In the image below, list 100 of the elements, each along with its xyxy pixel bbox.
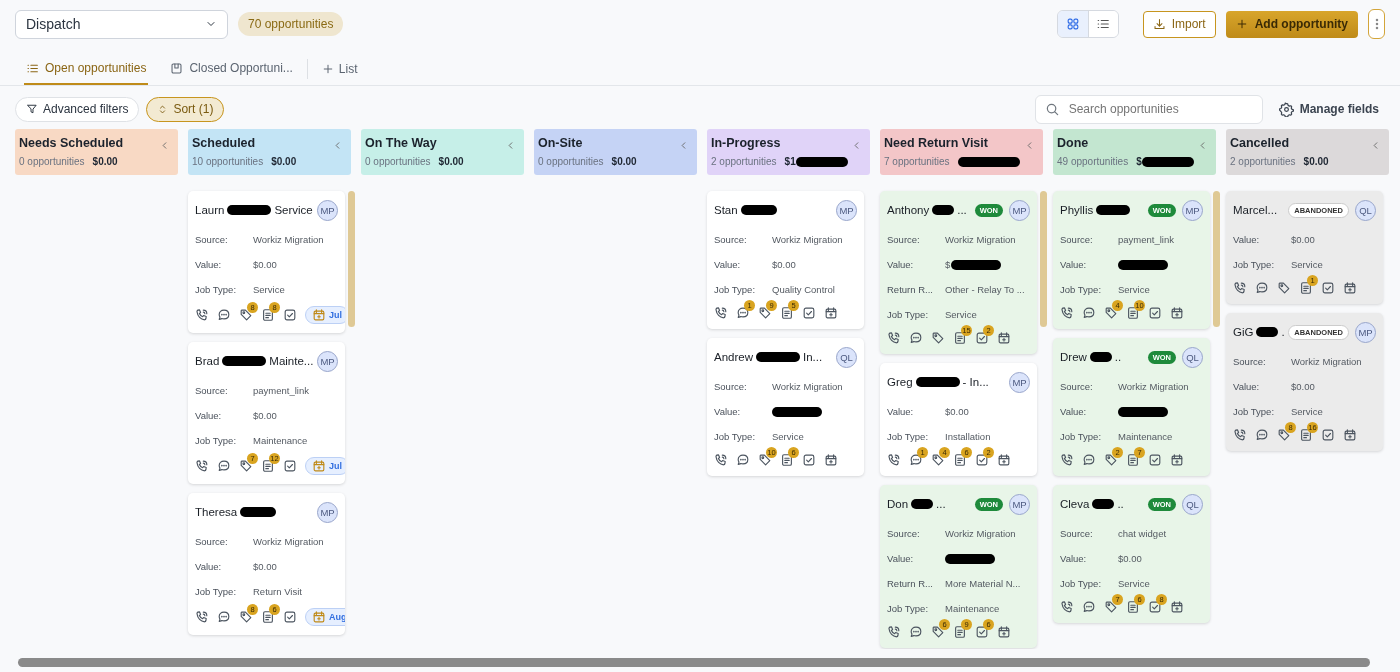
field-value: $0.00 (1291, 234, 1315, 245)
checkbox-icon (975, 331, 989, 345)
column-total: $1 (784, 156, 796, 167)
field-value: Return Visit (253, 586, 302, 597)
redaction-mark (227, 205, 272, 215)
scrollbar-thumb[interactable] (1213, 191, 1220, 327)
card-name: Don (887, 498, 909, 510)
pipeline-select[interactable]: Dispatch (15, 9, 228, 39)
redaction-mark (756, 352, 800, 362)
card-name: .. (1114, 351, 1122, 363)
note-icon (1126, 453, 1140, 467)
phone-icon (195, 459, 209, 473)
checkbox-icon (802, 453, 816, 467)
chat-icon (217, 459, 231, 473)
phone-icon (195, 308, 209, 322)
calendar-icon (1170, 453, 1184, 467)
checkbox-icon (1148, 600, 1162, 614)
field-value: Maintenance (945, 603, 1000, 614)
field-value: Workiz Migration (1118, 381, 1189, 392)
search-field[interactable]: Search opportunities (1034, 94, 1263, 124)
field-value: $0.00 (253, 561, 277, 572)
phone-icon (714, 306, 728, 320)
field-label: Job Type: (714, 431, 757, 442)
checkbox-icon (1321, 281, 1335, 295)
column-count: 7 opportunities (884, 156, 950, 167)
field-label: Job Type: (714, 284, 757, 295)
plus-icon (1235, 18, 1248, 30)
phone-icon (1060, 453, 1074, 467)
calendar-icon (1343, 428, 1357, 442)
redaction-mark (1256, 327, 1279, 337)
column-total: $0.00 (92, 156, 118, 167)
note-icon (1126, 306, 1140, 320)
field-label: Value: (1233, 381, 1261, 392)
field-label: Value: (714, 406, 742, 417)
field-value: Service (1118, 284, 1150, 295)
add-opportunity-button[interactable]: Add opportunity (1225, 10, 1358, 38)
calendar-icon (997, 453, 1011, 467)
chat-icon (909, 625, 923, 639)
redaction-mark (911, 499, 934, 509)
avatar: QL (1355, 199, 1376, 221)
field-label: Return R... (887, 578, 934, 589)
redaction-mark (1118, 259, 1168, 270)
chat-icon (1255, 428, 1269, 442)
column-title: Scheduled (192, 136, 256, 150)
redaction-mark (772, 406, 822, 417)
settings-icon (1278, 101, 1294, 117)
tab[interactable]: Closed Opportuni... (168, 53, 295, 85)
date-chip[interactable]: Jul (305, 457, 345, 475)
field-label: Source: (1060, 381, 1094, 392)
scrollbar-thumb[interactable] (348, 191, 355, 327)
grid-view-button[interactable] (1057, 11, 1088, 37)
tag-icon (758, 453, 772, 467)
scrollbar-thumb[interactable] (1040, 191, 1047, 327)
avatar: MP (1009, 371, 1030, 393)
add-list-button[interactable]: List (315, 61, 364, 77)
column-count: 49 opportunities (1057, 156, 1129, 167)
import-button[interactable]: Import (1142, 10, 1216, 38)
column-title: Cancelled (1230, 136, 1290, 150)
opportunity-count: 70 opportunities (238, 12, 344, 36)
note-icon (1126, 600, 1140, 614)
tag-icon (239, 308, 253, 322)
tag-icon (1104, 306, 1118, 320)
avatar: MP (836, 199, 857, 221)
date-chip[interactable]: Jul (305, 306, 345, 324)
kebab-icon (1374, 17, 1379, 31)
list-view-button[interactable] (1087, 11, 1118, 37)
phone-icon (1233, 281, 1247, 295)
card-name: Andrew (714, 351, 753, 363)
field-value: Service (253, 284, 285, 295)
card-name: ... (957, 204, 967, 216)
redaction-mark (957, 156, 1020, 167)
checkbox-icon (283, 308, 297, 322)
field-value: $0.00 (253, 410, 277, 421)
tab[interactable]: Open opportunities (24, 53, 149, 85)
field-label: Source: (1060, 234, 1094, 245)
field-value: payment_link (253, 385, 309, 396)
card-name: Theresa (195, 506, 238, 518)
phone-icon (1060, 306, 1074, 320)
horizontal-scrollbar[interactable] (18, 658, 1370, 667)
sort-button[interactable]: Sort (1) (146, 96, 225, 122)
tag-icon (758, 306, 772, 320)
column-title: On-Site (538, 136, 583, 150)
download-icon (1152, 17, 1166, 31)
card-name: In... (803, 351, 823, 363)
more-button[interactable] (1368, 9, 1385, 39)
column-total: $0.00 (1303, 156, 1329, 167)
field-value: $0.00 (1118, 553, 1142, 564)
manage-fields-button[interactable]: Manage fields (1272, 100, 1385, 118)
field-label: Job Type: (887, 431, 930, 442)
card-name: .. (1117, 498, 1124, 510)
note-icon (780, 306, 794, 320)
advanced-filters-button[interactable]: Advanced filters (15, 96, 140, 122)
tag-icon (931, 331, 945, 345)
grid-icon (1065, 17, 1080, 31)
column-count: 0 opportunities (365, 156, 431, 167)
column-count: 2 opportunities (711, 156, 777, 167)
redaction-mark (1092, 499, 1115, 509)
checkbox-icon (975, 625, 989, 639)
field-label: Source: (1233, 356, 1267, 367)
tag-icon (1104, 453, 1118, 467)
